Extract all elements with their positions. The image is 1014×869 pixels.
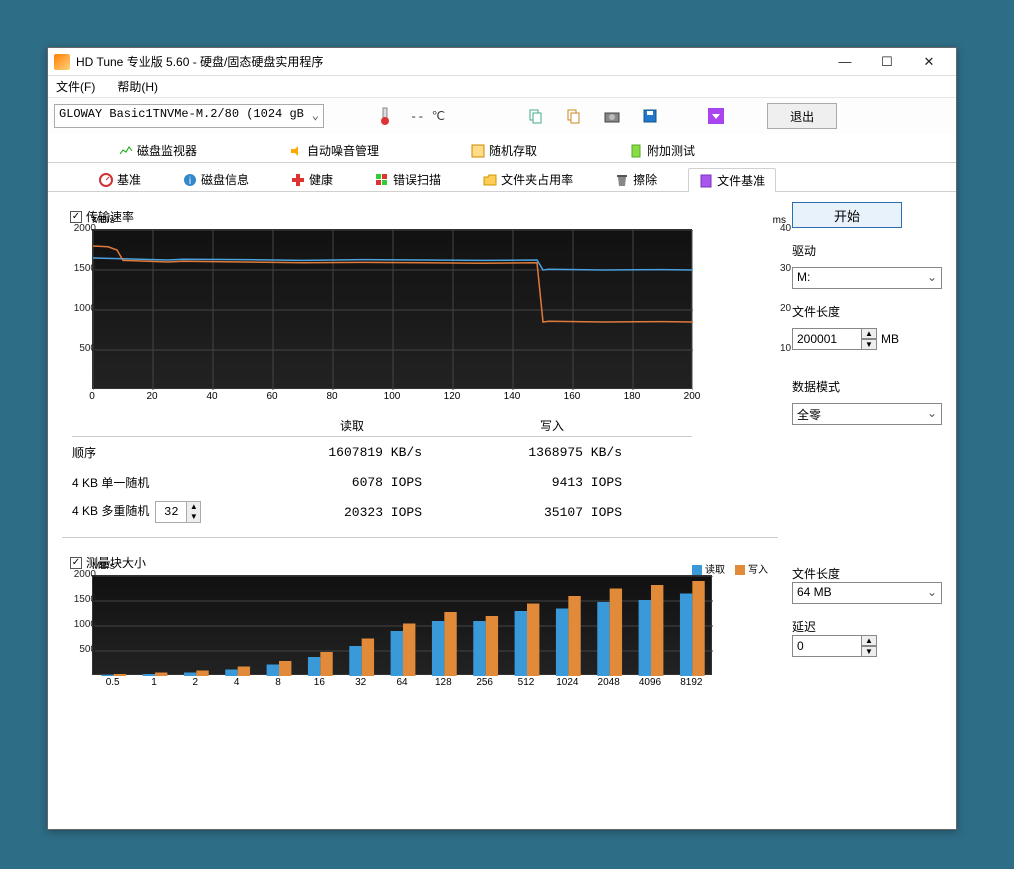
save-icon[interactable] xyxy=(635,103,665,129)
maximize-button[interactable]: ☐ xyxy=(866,48,908,76)
tab-extra-tests[interactable]: 附加测试 xyxy=(618,138,706,162)
pattern-label: 数据模式 xyxy=(792,378,942,395)
exit-button[interactable]: 退出 xyxy=(767,103,837,129)
window-title: HD Tune 专业版 5.60 - 硬盘/固态硬盘实用程序 xyxy=(76,53,824,70)
legend-read: 读取 xyxy=(692,561,725,576)
file-length2-combo[interactable]: 64 MB xyxy=(792,582,942,604)
drive-label: 驱动 xyxy=(792,242,942,259)
tabs-row-2: 基准 i磁盘信息 健康 错误扫描 文件夹占用率 擦除 文件基准 xyxy=(48,163,956,192)
file-length-label: 文件长度 xyxy=(792,303,942,320)
file-length2-label: 文件长度 xyxy=(792,565,942,582)
tab-erase[interactable]: 擦除 xyxy=(604,167,668,191)
svg-text:i: i xyxy=(189,176,191,187)
result-row: 顺序1607819 KB/s1368975 KB/s xyxy=(72,437,692,467)
app-icon xyxy=(54,54,70,70)
menu-help[interactable]: 帮助(H) xyxy=(113,76,162,97)
close-button[interactable]: ✕ xyxy=(908,48,950,76)
result-row: 4 KB 多重随机▲▼20323 IOPS35107 IOPS xyxy=(72,497,692,527)
drive-select[interactable]: GLOWAY Basic1TNVMe-M.2/80 (1024 gB xyxy=(54,104,324,128)
tab-random-access[interactable]: 随机存取 xyxy=(460,138,548,162)
screenshot-icon[interactable] xyxy=(597,103,627,129)
dropdown-icon[interactable] xyxy=(701,103,731,129)
menubar: 文件(F) 帮助(H) xyxy=(48,76,956,98)
copy-text-icon[interactable] xyxy=(521,103,551,129)
col-read: 读取 xyxy=(252,417,452,434)
spin-down[interactable]: ▼ xyxy=(861,339,877,350)
result-row: 4 KB 单一随机6078 IOPS9413 IOPS xyxy=(72,467,692,497)
drive-letter-combo[interactable]: M: xyxy=(792,267,942,289)
tab-file-benchmark[interactable]: 文件基准 xyxy=(688,168,776,192)
spin-up[interactable]: ▲ xyxy=(861,328,877,339)
titlebar: HD Tune 专业版 5.60 - 硬盘/固态硬盘实用程序 — ☐ ✕ xyxy=(48,48,956,76)
col-write: 写入 xyxy=(452,417,652,434)
tab-folder-usage[interactable]: 文件夹占用率 xyxy=(472,167,584,191)
queue-depth-input[interactable] xyxy=(156,503,186,521)
tabs-row-1: 磁盘监视器 自动噪音管理 随机存取 附加测试 xyxy=(48,134,956,163)
file-length-input[interactable] xyxy=(792,328,862,350)
app-window: HD Tune 专业版 5.60 - 硬盘/固态硬盘实用程序 — ☐ ✕ 文件(… xyxy=(47,47,957,830)
start-button[interactable]: 开始 xyxy=(792,202,902,228)
minimize-button[interactable]: — xyxy=(824,48,866,76)
menu-file[interactable]: 文件(F) xyxy=(52,76,99,97)
blocksize-chart: MB/s 读取 写入 0.512481632641282565121024204… xyxy=(92,575,778,693)
tab-disk-monitor[interactable]: 磁盘监视器 xyxy=(108,138,208,162)
temperature-readout: -- ℃ xyxy=(410,109,445,124)
delay-label: 延迟 xyxy=(792,618,942,635)
tab-benchmark[interactable]: 基准 xyxy=(88,167,152,191)
transfer-chart: MB/s ms gB 020406080100120140160180200 5… xyxy=(92,229,778,407)
toolbar: GLOWAY Basic1TNVMe-M.2/80 (1024 gB -- ℃ … xyxy=(48,98,956,134)
results-table: 读取 写入 顺序1607819 KB/s1368975 KB/s4 KB 单一随… xyxy=(72,417,692,527)
legend-write: 写入 xyxy=(735,561,768,576)
tab-info[interactable]: i磁盘信息 xyxy=(172,167,260,191)
thermometer-icon[interactable] xyxy=(370,103,400,129)
pattern-combo[interactable]: 全零 xyxy=(792,403,942,425)
spin-up[interactable]: ▲ xyxy=(861,635,877,646)
tab-aam[interactable]: 自动噪音管理 xyxy=(278,138,390,162)
spin-down[interactable]: ▼ xyxy=(861,646,877,657)
delay-input[interactable] xyxy=(792,635,862,657)
copy-info-icon[interactable] xyxy=(559,103,589,129)
tab-error-scan[interactable]: 错误扫描 xyxy=(364,167,452,191)
content-area: ✓传输速率 MB/s ms gB 02040608010012014016018… xyxy=(48,192,956,707)
tab-health[interactable]: 健康 xyxy=(280,167,344,191)
